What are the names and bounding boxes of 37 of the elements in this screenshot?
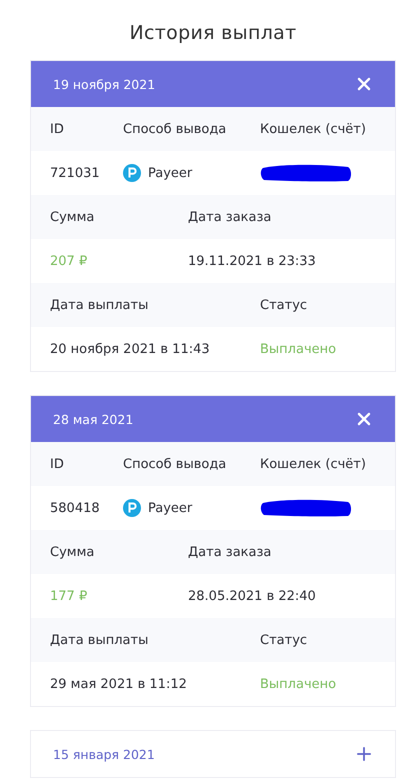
- payment-system-icon: [123, 499, 141, 517]
- payout-amount: 207 ₽: [50, 254, 88, 268]
- close-icon[interactable]: [357, 77, 371, 91]
- payout-id: 580418: [50, 500, 101, 516]
- column-label: Статус: [260, 632, 308, 648]
- payout-date: 28 мая 2021: [53, 412, 134, 426]
- payment-system-icon: [123, 164, 141, 182]
- payout-date-time: 29 мая 2021 в 11:12: [50, 676, 188, 692]
- payment-method: Payeer: [148, 166, 192, 180]
- payout-date-time: 20 ноября 2021 в 11:43: [50, 342, 211, 356]
- column-label: Статус: [260, 298, 308, 312]
- column-label: Дата выплаты: [50, 632, 150, 648]
- column-label: Способ вывода: [123, 456, 228, 472]
- order-date: 28.05.2021 в 22:40: [188, 588, 317, 604]
- column-label: Дата выплаты: [50, 298, 150, 312]
- column-label: ID: [50, 456, 65, 472]
- payout-status: Выплачено: [260, 342, 338, 356]
- payout-date: 15 января 2021: [53, 746, 155, 762]
- payout-amount: 177 ₽: [50, 588, 88, 604]
- column-label: Кошелек (счёт): [260, 456, 367, 472]
- payout-id: 721031: [50, 166, 101, 180]
- page-title: История выплат: [128, 22, 298, 44]
- column-label: Кошелек (счёт): [260, 122, 367, 136]
- card-header[interactable]: 28 мая 2021: [31, 396, 395, 442]
- payment-method: Payeer: [148, 500, 192, 516]
- close-icon[interactable]: [357, 412, 371, 426]
- plus-icon[interactable]: [357, 747, 371, 761]
- column-label: ID: [50, 122, 65, 136]
- column-label: Дата заказа: [188, 210, 272, 224]
- column-label: Способ вывода: [123, 122, 228, 136]
- column-label: Сумма: [50, 210, 96, 224]
- column-label: Дата заказа: [188, 544, 272, 560]
- column-label: Сумма: [50, 544, 96, 560]
- card-header[interactable]: 19 ноября 2021: [31, 61, 395, 107]
- payout-status: Выплачено: [260, 676, 338, 692]
- order-date: 19.11.2021 в 23:33: [188, 254, 317, 268]
- payout-date: 19 ноября 2021: [53, 76, 156, 92]
